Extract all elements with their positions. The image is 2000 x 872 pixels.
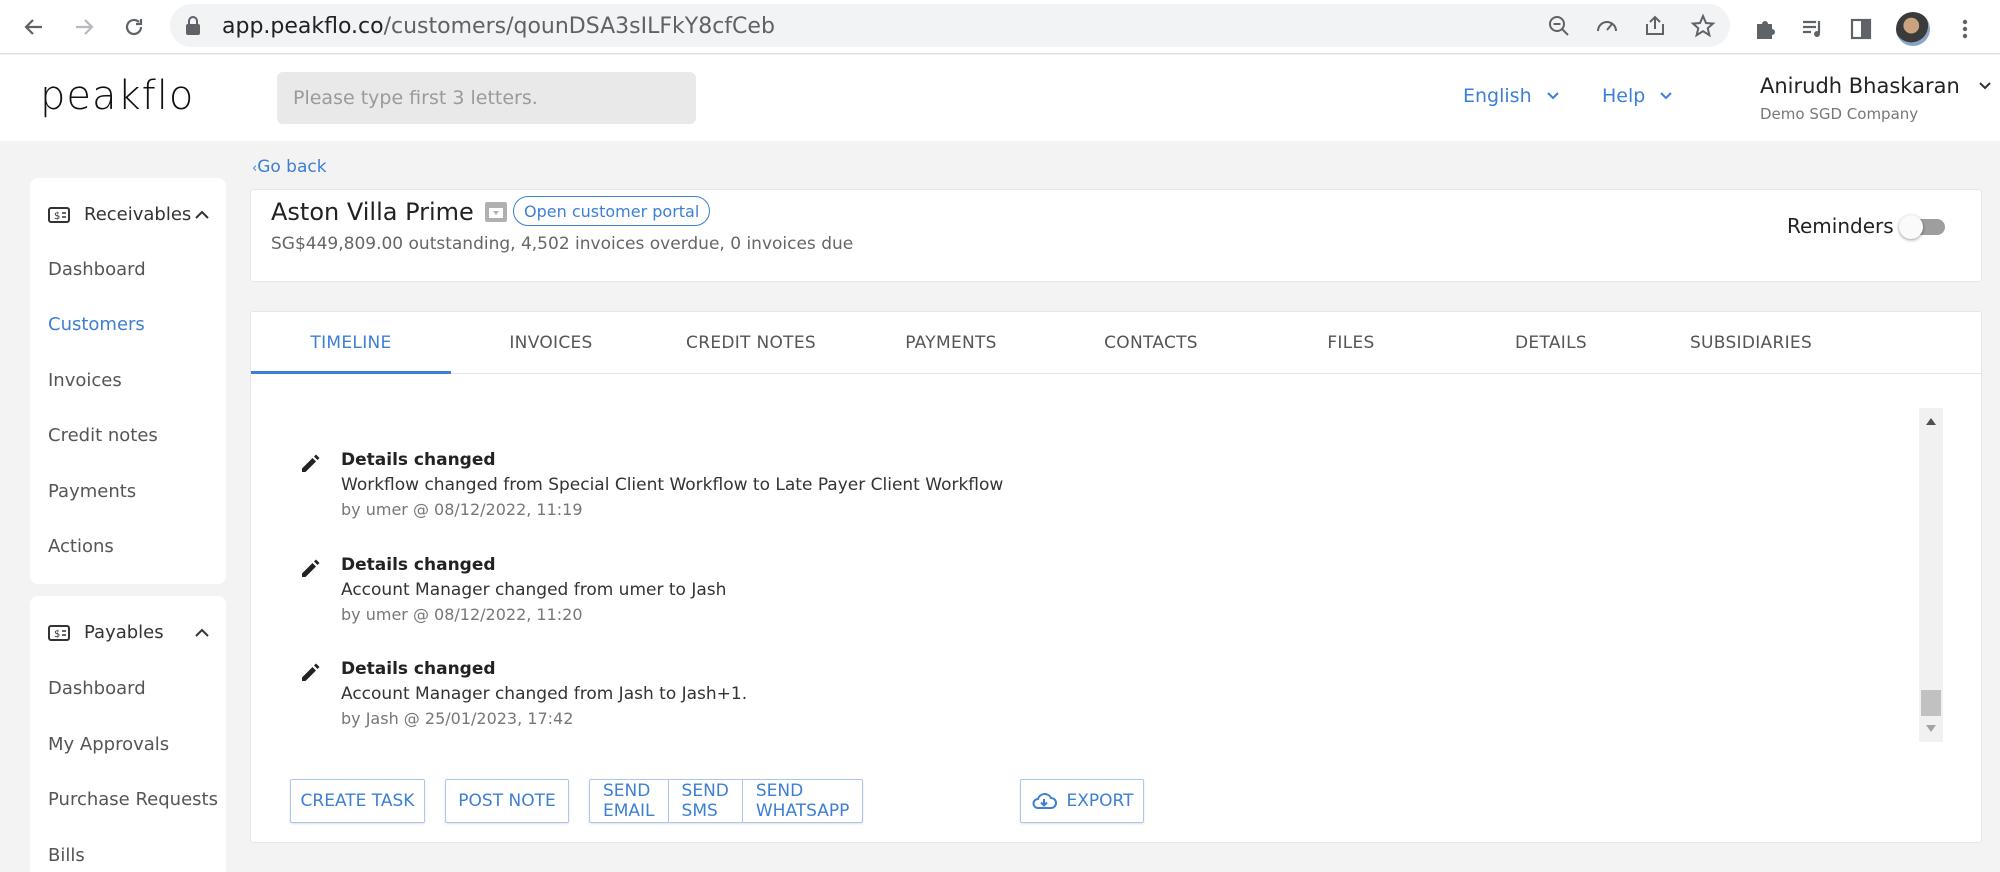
send-whatsapp-button[interactable]: SEND WHATSAPP: [743, 780, 863, 822]
money-icon: $: [48, 624, 70, 641]
chevron-up-icon[interactable]: [194, 628, 210, 638]
language-dropdown[interactable]: English: [1463, 85, 1560, 107]
company-name: Demo SGD Company: [1760, 105, 1919, 123]
send-button-group: SEND EMAIL SEND SMS SEND WHATSAPP: [589, 779, 864, 823]
archive-icon[interactable]: [485, 202, 507, 222]
customer-summary-text: SG$449,809.00 outstanding, 4,502 invoice…: [271, 234, 854, 254]
send-email-button[interactable]: SEND EMAIL: [590, 780, 669, 822]
reminders-toggle[interactable]: [1899, 215, 1945, 239]
open-customer-portal-button[interactable]: Open customer portal: [513, 196, 711, 226]
back-arrow-icon[interactable]: [16, 9, 52, 45]
zoom-out-icon[interactable]: [1546, 13, 1572, 39]
url-text: app.peakflo.co/customers/qounDSA3sILFkY8…: [222, 14, 775, 39]
sidebar-item-bills[interactable]: Bills: [48, 845, 85, 866]
reminders-label: Reminders: [1787, 214, 1894, 238]
reload-icon[interactable]: [116, 9, 152, 45]
sidebar-item-customers[interactable]: Customers: [48, 314, 145, 335]
puzzle-icon[interactable]: [1752, 16, 1778, 42]
svg-text:$: $: [54, 629, 60, 640]
user-name: Anirudh Bhaskaran: [1760, 74, 1960, 98]
chevron-down-icon: [1546, 92, 1559, 100]
tab-details[interactable]: DETAILS: [1451, 312, 1651, 374]
chevron-down-icon: [1660, 92, 1673, 100]
export-button[interactable]: EXPORT: [1020, 779, 1144, 823]
timeline-entry: Details changed Account Manager changed …: [299, 555, 1899, 645]
chevron-up-icon[interactable]: [194, 210, 210, 220]
payables-header[interactable]: $ Payables: [48, 622, 164, 643]
side-panel-icon[interactable]: [1848, 16, 1874, 42]
search-input[interactable]: [277, 72, 696, 124]
money-icon: $: [48, 206, 70, 223]
tab-bar: TIMELINE INVOICES CREDIT NOTES PAYMENTS …: [251, 312, 1981, 374]
user-menu[interactable]: Anirudh Bhaskaran: [1760, 74, 1992, 98]
timeline-entry-title: Details changed: [341, 659, 496, 679]
timeline-entry: Details changed Account Manager changed …: [299, 659, 1899, 742]
tab-subsidiaries[interactable]: SUBSIDIARIES: [1651, 312, 1851, 374]
forward-arrow-icon[interactable]: [66, 9, 102, 45]
tab-credit-notes[interactable]: CREDIT NOTES: [651, 312, 851, 374]
speedometer-icon[interactable]: [1594, 13, 1620, 39]
sidebar-item-invoices[interactable]: Invoices: [48, 370, 122, 391]
timeline-entry: Details changed Workflow changed from Sp…: [299, 450, 1899, 540]
peakflo-logo[interactable]: peakflo: [40, 73, 194, 119]
sidebar-item-purchase-requests[interactable]: Purchase Requests: [48, 789, 218, 810]
timeline-entry-meta: by umer @ 08/12/2022, 11:19: [341, 500, 583, 519]
scrollbar-thumb[interactable]: [1921, 690, 1941, 716]
tab-files[interactable]: FILES: [1251, 312, 1451, 374]
tab-timeline[interactable]: TIMELINE: [251, 312, 451, 374]
cloud-download-icon: [1032, 793, 1057, 809]
sidebar-item-credit-notes[interactable]: Credit notes: [48, 425, 158, 446]
pencil-icon: [302, 663, 320, 681]
timeline-entry-description: Account Manager changed from umer to Jas…: [341, 580, 727, 600]
sidebar-item-my-approvals[interactable]: My Approvals: [48, 734, 169, 755]
timeline-entry-meta: by umer @ 08/12/2022, 11:20: [341, 605, 583, 624]
scroll-down-arrow-icon[interactable]: [1925, 724, 1937, 734]
sidebar-item-payables-dashboard[interactable]: Dashboard: [48, 678, 146, 699]
timeline-entry-title: Details changed: [341, 555, 496, 575]
go-back-link[interactable]: ‹Go back: [252, 157, 327, 177]
export-label: EXPORT: [1066, 791, 1134, 811]
pencil-icon: [302, 559, 320, 577]
post-note-button[interactable]: POST NOTE: [445, 779, 569, 823]
profile-avatar[interactable]: [1896, 12, 1930, 46]
tab-invoices[interactable]: INVOICES: [451, 312, 651, 374]
timeline-entry-description: Workflow changed from Special Client Wor…: [341, 475, 1004, 495]
address-bar[interactable]: app.peakflo.co/customers/qounDSA3sILFkY8…: [170, 4, 1730, 47]
sidebar-receivables: $ Receivables Dashboard Customers Invoic…: [30, 178, 226, 584]
create-task-button[interactable]: CREATE TASK: [290, 779, 425, 823]
pencil-icon: [302, 454, 320, 472]
app-header: peakflo English Help Anirudh Bhaskaran D…: [0, 55, 2000, 141]
timeline-scrollbar[interactable]: [1919, 408, 1943, 742]
customer-summary-card: Aston Villa Prime Open customer portal S…: [250, 189, 1982, 282]
scroll-up-arrow-icon[interactable]: [1925, 416, 1937, 426]
star-icon[interactable]: [1690, 13, 1716, 39]
chevron-down-icon: [1979, 82, 1991, 90]
customer-name: Aston Villa Prime: [271, 198, 474, 226]
sidebar-item-payments[interactable]: Payments: [48, 481, 136, 502]
svg-text:$: $: [54, 211, 60, 222]
timeline-entry-meta: by Jash @ 25/01/2023, 17:42: [341, 709, 574, 728]
lock-icon: [186, 16, 200, 35]
payables-label: Payables: [84, 622, 164, 643]
timeline-list: Details changed Workflow changed from Sp…: [251, 408, 1951, 742]
help-dropdown[interactable]: Help: [1602, 85, 1673, 107]
customer-detail-card: TIMELINE INVOICES CREDIT NOTES PAYMENTS …: [250, 311, 1982, 843]
language-label: English: [1463, 85, 1532, 107]
share-icon[interactable]: [1642, 13, 1668, 39]
media-queue-icon[interactable]: [1800, 16, 1826, 42]
sidebar-item-actions[interactable]: Actions: [48, 536, 114, 557]
tab-contacts[interactable]: CONTACTS: [1051, 312, 1251, 374]
receivables-label: Receivables: [84, 204, 192, 225]
tab-payments[interactable]: PAYMENTS: [851, 312, 1051, 374]
help-label: Help: [1602, 85, 1646, 107]
sidebar-payables: $ Payables Dashboard My Approvals Purcha…: [30, 596, 226, 872]
browser-toolbar: app.peakflo.co/customers/qounDSA3sILFkY8…: [0, 0, 2000, 54]
send-sms-button[interactable]: SEND SMS: [669, 780, 743, 822]
timeline-entry-title: Details changed: [341, 450, 496, 470]
timeline-entry-description: Account Manager changed from Jash to Jas…: [341, 684, 748, 704]
more-vertical-icon[interactable]: [1952, 16, 1978, 42]
receivables-header[interactable]: $ Receivables: [48, 204, 191, 225]
sidebar-item-dashboard[interactable]: Dashboard: [48, 259, 146, 280]
